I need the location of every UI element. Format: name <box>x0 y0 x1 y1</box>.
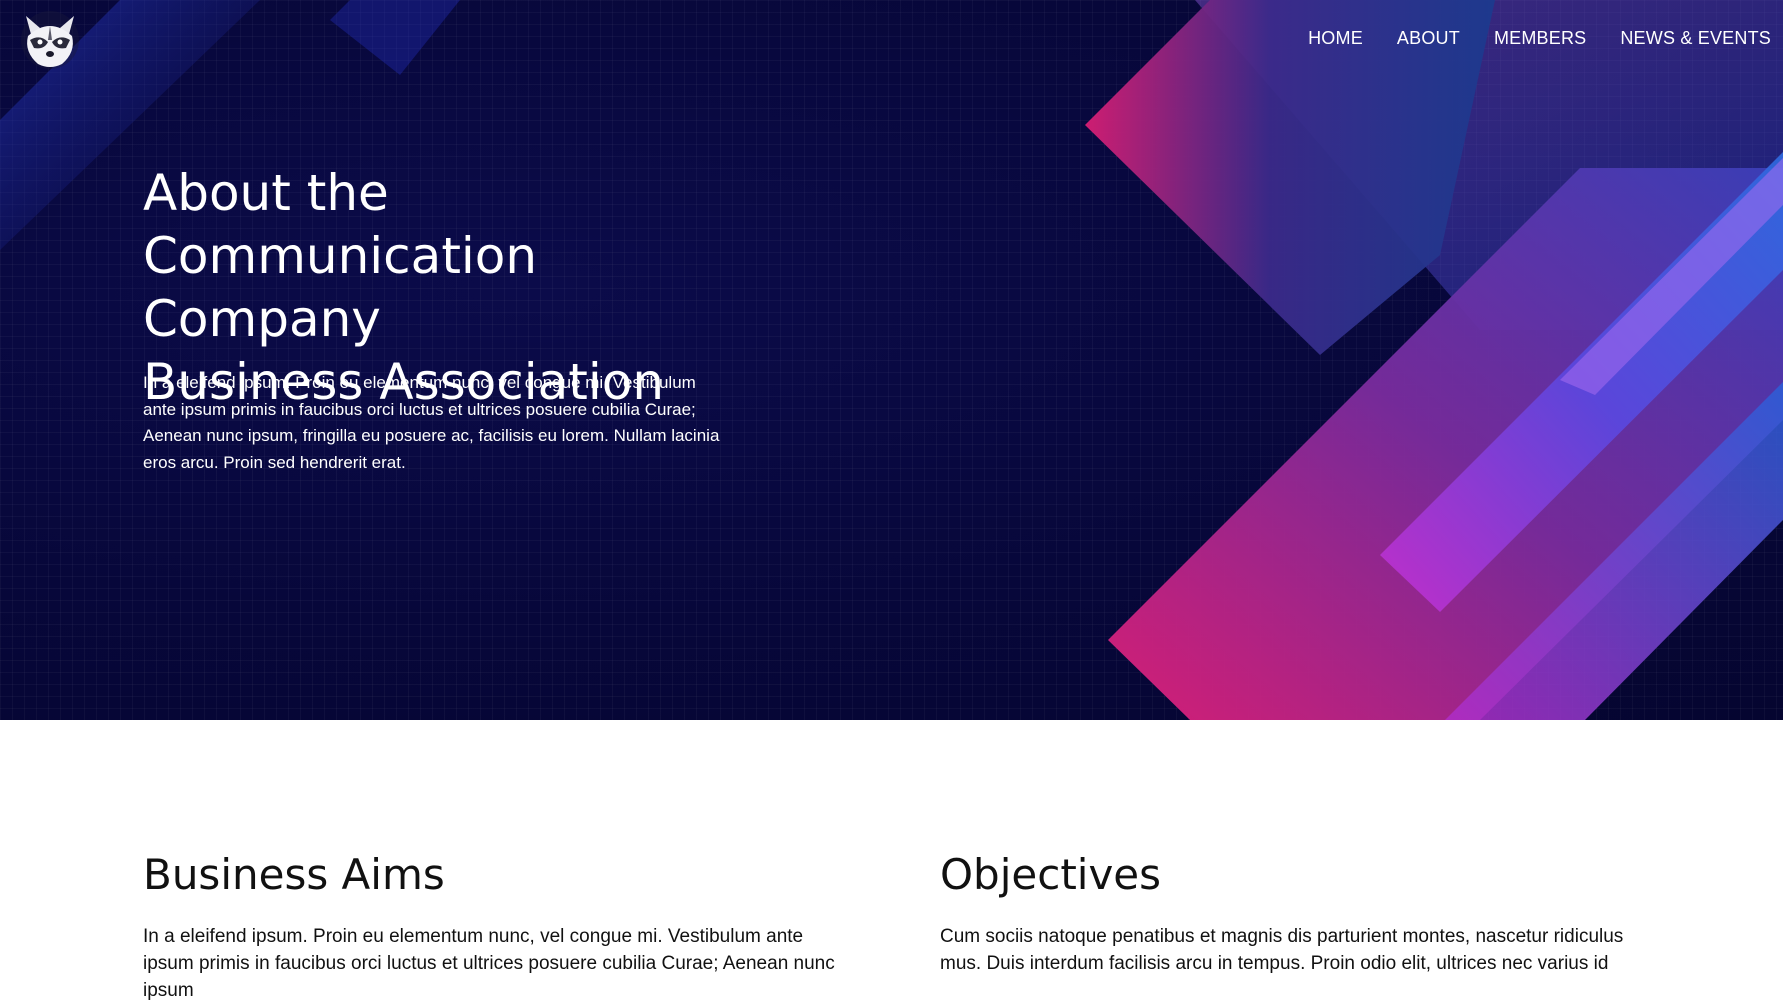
hero-banner: HOME ABOUT MEMBERS NEWS & EVENTS About t… <box>0 0 1783 720</box>
hero-title-line: Communication Company <box>143 227 538 348</box>
objectives-text: Cum sociis natoque penatibus et magnis d… <box>940 926 1624 974</box>
objectives-heading: Objectives <box>940 850 1162 899</box>
hero-description: In a eleifend ipsum. Proin eu elementum … <box>143 373 720 472</box>
business-aims-heading: Business Aims <box>143 850 445 899</box>
nav-about-link[interactable]: ABOUT <box>1397 28 1460 49</box>
raccoon-logo-icon[interactable] <box>18 8 82 72</box>
nav-members-link[interactable]: MEMBERS <box>1494 28 1586 49</box>
objectives-section: Objectives Cum sociis natoque penatibus … <box>940 845 1640 977</box>
main-nav: HOME ABOUT MEMBERS NEWS & EVENTS <box>1308 28 1771 49</box>
business-aims-section: Business Aims In a eleifend ipsum. Proin… <box>143 845 843 1004</box>
business-aims-text: In a eleifend ipsum. Proin eu elementum … <box>143 926 835 1001</box>
nav-news-events-link[interactable]: NEWS & EVENTS <box>1620 28 1771 49</box>
hero-title-line: About the <box>143 164 389 222</box>
nav-home-link[interactable]: HOME <box>1308 28 1363 49</box>
